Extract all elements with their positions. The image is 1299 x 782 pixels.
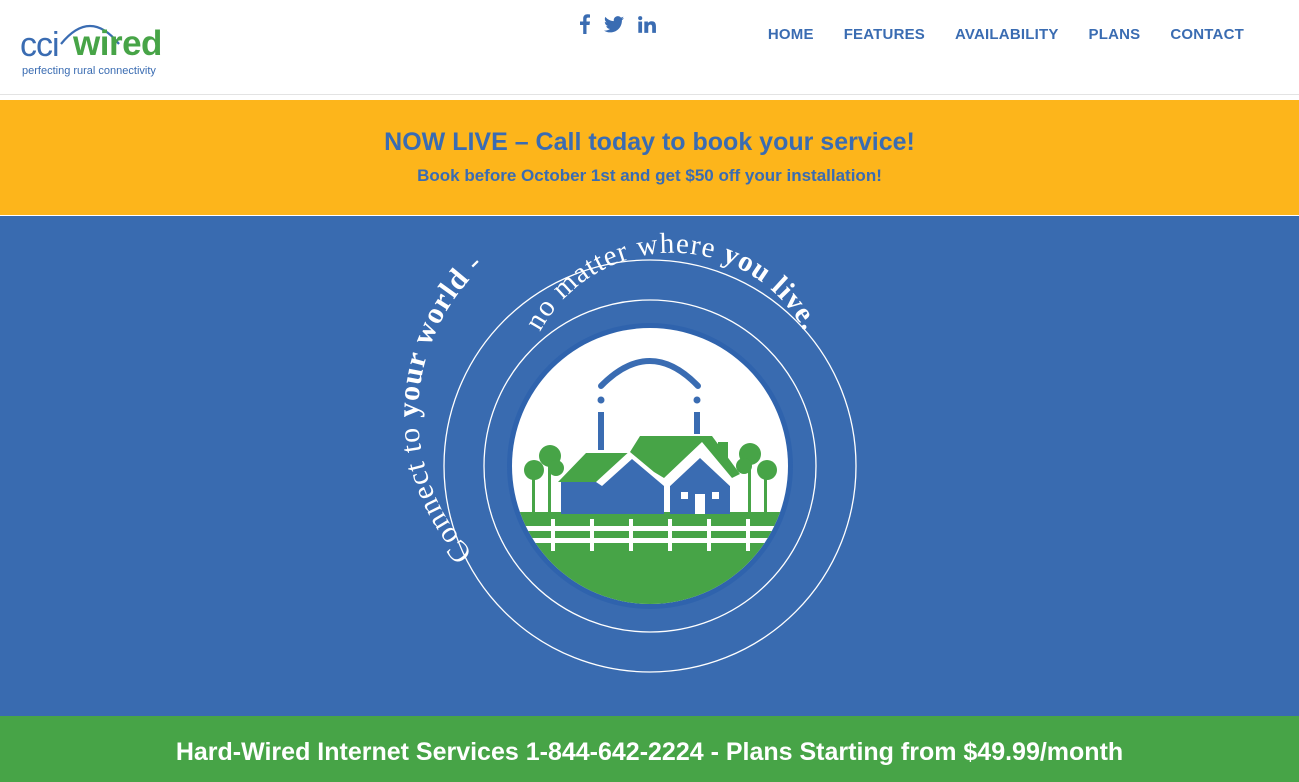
- farm-scene: [512, 328, 788, 604]
- facebook-icon: [580, 14, 590, 34]
- services-banner: Hard-Wired Internet Services 1-844-642-2…: [0, 716, 1299, 782]
- nav-features[interactable]: FEATURES: [829, 25, 940, 45]
- site-header: cci wired perfecting rural connectivity …: [0, 0, 1299, 95]
- hero-tagline-line2: no matter where you live.: [518, 228, 826, 336]
- nav-plans[interactable]: PLANS: [1074, 25, 1156, 45]
- linkedin-link[interactable]: [638, 15, 656, 33]
- linkedin-icon: [638, 15, 656, 33]
- twitter-icon: [604, 15, 624, 32]
- nav-availability[interactable]: AVAILABILITY: [940, 25, 1074, 45]
- social-links: [580, 14, 656, 34]
- site-logo[interactable]: cci wired perfecting rural connectivity: [20, 14, 165, 80]
- promo-subtitle: Book before October 1st and get $50 off …: [417, 166, 882, 185]
- promo-banner: NOW LIVE – Call today to book your servi…: [0, 100, 1299, 215]
- promo-title: NOW LIVE – Call today to book your servi…: [384, 128, 915, 156]
- twitter-link[interactable]: [604, 15, 624, 33]
- hero-tagline-line1: Connect to your world -: [392, 246, 489, 570]
- main-nav: HOME FEATURES AVAILABILITY PLANS CONTACT: [753, 25, 1259, 45]
- hero-illustration: Connect to your world - no matter where …: [392, 228, 857, 673]
- nav-contact[interactable]: CONTACT: [1155, 25, 1259, 45]
- hero-section: Connect to your world - no matter where …: [0, 216, 1299, 716]
- logo-brand-name: wired: [73, 24, 162, 63]
- nav-home[interactable]: HOME: [753, 25, 829, 45]
- facebook-link[interactable]: [580, 14, 590, 34]
- services-banner-text: Hard-Wired Internet Services 1-844-642-2…: [175, 738, 1124, 766]
- logo-prefix: cci: [20, 26, 60, 64]
- logo-tagline: perfecting rural connectivity: [22, 65, 156, 77]
